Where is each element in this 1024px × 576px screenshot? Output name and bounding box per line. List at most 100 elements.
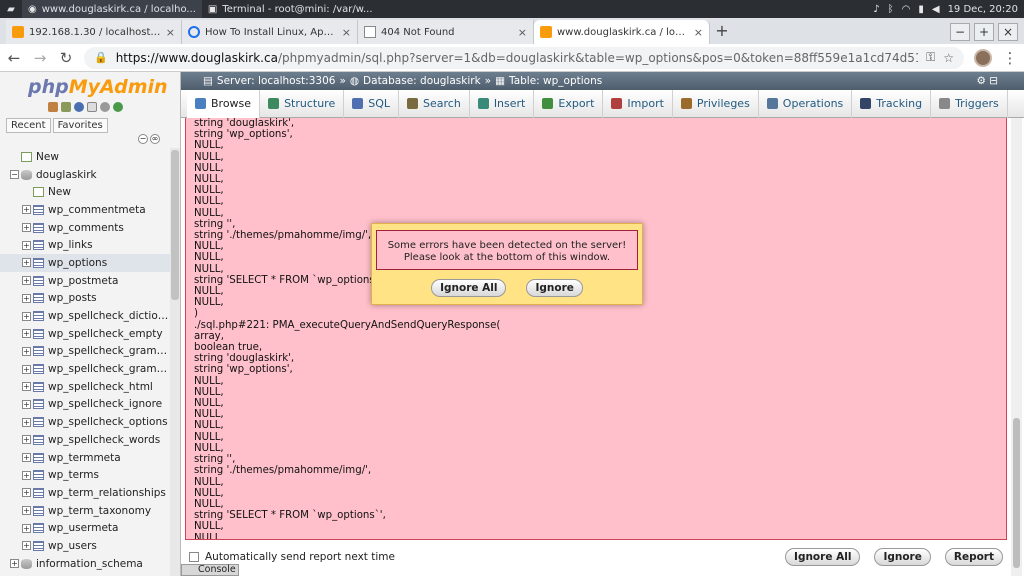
menu-tab-tracking[interactable]: Tracking [852,89,932,118]
expand-icon[interactable]: + [22,382,31,392]
reload-navigation-icon[interactable] [113,102,123,112]
tree-database-node[interactable]: − douglaskirk [0,166,170,184]
volume-icon[interactable]: ◀ [932,4,940,15]
tree-table-node[interactable]: + wp_spellcheck_words [0,431,170,449]
expand-icon[interactable]: + [22,417,31,427]
expand-icon[interactable]: + [22,311,31,321]
expand-icon[interactable]: + [22,205,31,215]
browser-tab[interactable]: How To Install Linux, Apache, M × [182,20,358,44]
tree-table-node[interactable]: + wp_usermeta [0,519,170,537]
tree-table-node[interactable]: + wp_term_relationships [0,484,170,502]
new-tab-button[interactable]: + [710,20,734,44]
reload-icon[interactable]: ↻ [58,49,74,67]
expand-icon[interactable]: + [22,293,31,303]
close-tab-icon[interactable]: × [518,26,527,39]
menu-tab-sql[interactable]: SQL [344,89,400,118]
key-icon[interactable]: ⚿ [926,50,935,65]
tree-table-node[interactable]: + wp_spellcheck_grammar [0,343,170,361]
ignore-button[interactable]: Ignore [874,548,931,566]
tree-database-node[interactable]: + information_schema [0,555,170,573]
menu-tab-triggers[interactable]: Triggers [931,89,1008,118]
tree-new-node[interactable]: New [0,148,170,166]
back-arrow-icon[interactable]: ← [6,49,22,67]
close-tab-icon[interactable]: × [166,26,175,39]
expand-icon[interactable]: + [22,399,31,409]
dialog-ignore-all-button[interactable]: Ignore All [431,279,507,297]
phpmyadmin-logo[interactable]: phpMyAdmin [28,76,168,98]
tree-table-node[interactable]: + wp_spellcheck_options [0,413,170,431]
tree-table-node[interactable]: + wp_terms [0,466,170,484]
url-text[interactable]: https://www.douglaskirk.ca/phpmyadmin/sq… [116,51,918,65]
home-icon[interactable] [48,102,58,112]
app-menu-icon[interactable]: ▰ [0,0,22,18]
expand-icon[interactable]: + [22,276,31,286]
menu-tab-search[interactable]: Search [399,89,470,118]
main-scrollbar[interactable] [1011,118,1022,576]
console-toggle[interactable]: Console [181,564,239,576]
gear-icon[interactable]: ⚙ ⊟ [976,75,1024,87]
menu-tab-browse[interactable]: Browse [187,89,261,118]
menu-tab-import[interactable]: Import [603,89,673,118]
menu-tab-insert[interactable]: Insert [470,89,535,118]
breadcrumb-server[interactable]: Server: localhost:3306 [217,75,336,87]
tree-table-node[interactable]: + wp_posts [0,290,170,308]
help-icon[interactable] [74,102,84,112]
close-tab-icon[interactable]: × [694,26,703,39]
auto-send-checkbox[interactable] [189,552,199,562]
settings-icon[interactable] [100,102,110,112]
browser-tab[interactable]: 192.168.1.30 / localhost / dougl × [6,20,182,44]
expand-icon[interactable]: + [22,435,31,445]
expand-icon[interactable]: + [22,541,31,551]
expand-icon[interactable]: + [22,329,31,339]
browser-tab[interactable]: 404 Not Found × [358,20,534,44]
favorites-tab[interactable]: Favorites [52,118,108,133]
notification-bell-icon[interactable]: ♪ [873,4,879,15]
tree-table-node[interactable]: + wp_spellcheck_empty [0,325,170,343]
menu-tab-export[interactable]: Export [534,89,604,118]
tree-table-node[interactable]: + wp_options [0,254,170,272]
tree-table-node[interactable]: + wp_links [0,236,170,254]
expand-icon[interactable]: + [22,223,31,233]
expand-icon[interactable]: + [22,523,31,533]
sidebar-scrollbar[interactable] [170,148,180,576]
battery-icon[interactable]: ▮ [918,4,924,15]
tree-table-node[interactable]: + wp_commentmeta [0,201,170,219]
lock-icon[interactable]: 🔒 [94,51,108,64]
tree-table-node[interactable]: + wp_termmeta [0,449,170,467]
expand-icon[interactable]: + [22,364,31,374]
expand-icon[interactable]: + [10,559,19,569]
sidebar-scroll-thumb[interactable] [171,150,179,300]
menu-tab-privileges[interactable]: Privileges [673,89,759,118]
logout-icon[interactable] [61,102,71,112]
expand-icon[interactable]: + [22,258,31,268]
expand-icon[interactable]: + [22,346,31,356]
expand-icon[interactable]: + [22,470,31,480]
address-bar[interactable]: 🔒 https://www.douglaskirk.ca/phpmyadmin/… [84,46,964,69]
tree-table-node[interactable]: + wp_term_taxonomy [0,502,170,520]
tree-table-node[interactable]: + wp_spellcheck_grammar_c [0,360,170,378]
bluetooth-icon[interactable]: ᛒ [888,4,894,15]
report-button[interactable]: Report [944,548,1003,566]
docs-icon[interactable] [87,102,97,112]
tree-table-node[interactable]: + wp_postmeta [0,272,170,290]
recent-tab[interactable]: Recent [6,118,51,133]
tree-table-node[interactable]: + wp_spellcheck_html [0,378,170,396]
expand-icon[interactable]: + [22,488,31,498]
star-icon[interactable]: ☆ [943,51,954,65]
tree-table-node[interactable]: + wp_comments [0,219,170,237]
menu-tab-operations[interactable]: Operations [759,89,853,118]
wifi-icon[interactable]: ◠ [902,4,911,15]
taskbar-app-chrome[interactable]: ◉ www.douglaskirk.ca / localho... [22,0,202,18]
expand-icon[interactable]: − [10,170,19,180]
profile-avatar[interactable] [974,48,992,67]
collapse-all-icon[interactable]: − [138,134,148,144]
breadcrumb-table[interactable]: Table: wp_options [509,75,602,87]
close-window-button[interactable]: × [998,23,1018,41]
taskbar-app-terminal[interactable]: ▣ Terminal - root@mini: /var/w... [202,0,379,18]
ignore-all-button[interactable]: Ignore All [785,548,861,566]
tree-table-node[interactable]: + wp_spellcheck_ignore [0,396,170,414]
tree-table-node[interactable]: + wp_spellcheck_dictionary [0,307,170,325]
tree-table-node[interactable]: + wp_users [0,537,170,555]
breadcrumb-database[interactable]: Database: douglaskirk [363,75,481,87]
menu-kebab-icon[interactable]: ⋮ [1002,49,1018,67]
